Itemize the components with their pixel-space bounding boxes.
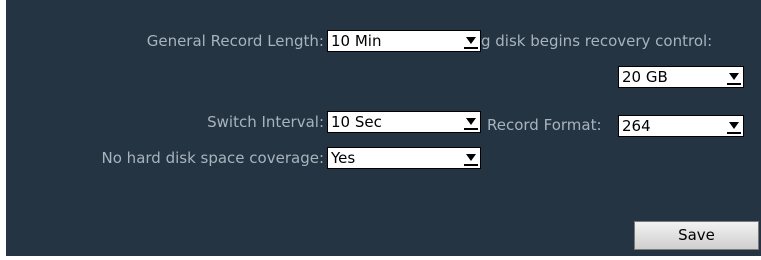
recovery-control-label: g disk begins recovery control: [481,32,713,50]
chevron-down-icon [464,33,478,49]
chevron-down-icon [727,118,741,134]
record-format-select[interactable]: 264 [618,115,744,137]
save-button[interactable]: Save [634,221,759,250]
record-format-value: 264 [622,117,651,135]
chevron-down-icon [727,69,741,85]
no-disk-space-coverage-value: Yes [331,149,356,167]
general-record-length-select[interactable]: 10 Min [327,30,481,52]
chevron-down-icon [464,114,478,130]
record-format-label: Record Format: [487,116,602,134]
switch-interval-label: Switch Interval: [207,113,324,131]
no-disk-space-coverage-select[interactable]: Yes [327,147,481,169]
general-record-length-label: General Record Length: [146,32,324,50]
switch-interval-value: 10 Sec [331,113,382,131]
recovery-control-value: 20 GB [622,68,668,86]
switch-interval-select[interactable]: 10 Sec [327,111,481,133]
chevron-down-icon [464,150,478,166]
record-settings-panel: General Record Length: 10 Min g disk beg… [6,0,761,256]
no-disk-space-coverage-label: No hard disk space coverage: [101,149,324,167]
general-record-length-value: 10 Min [331,32,382,50]
recovery-control-select[interactable]: 20 GB [618,66,744,88]
